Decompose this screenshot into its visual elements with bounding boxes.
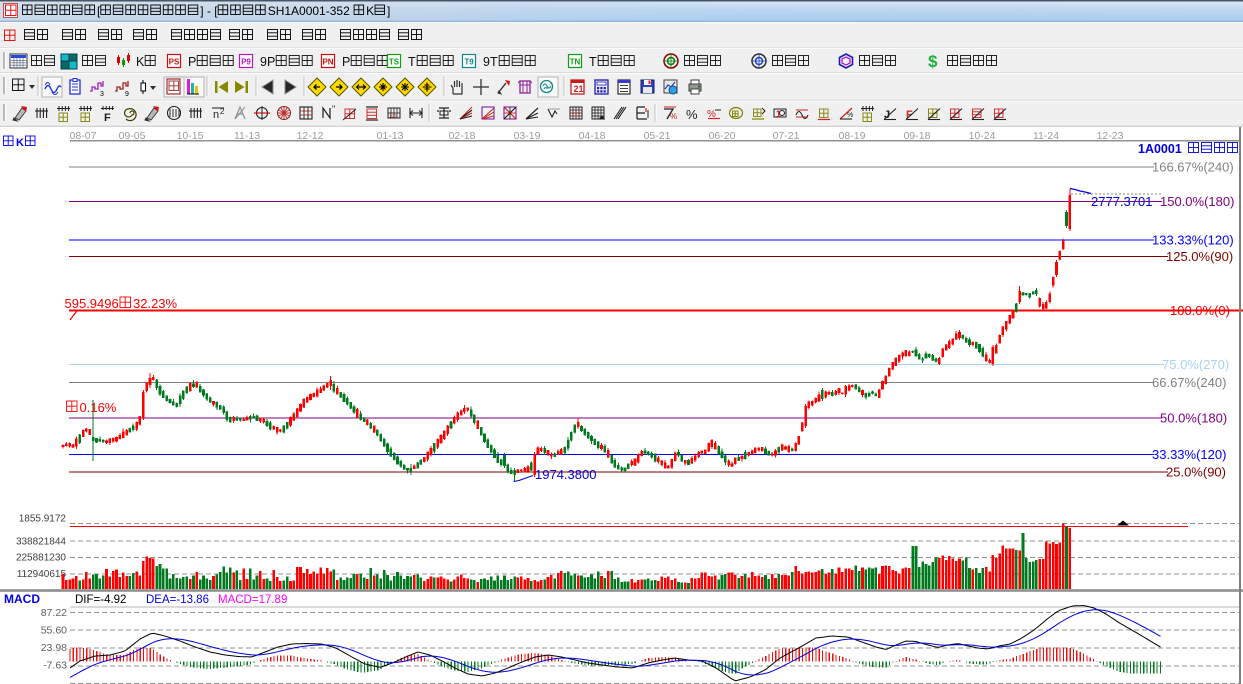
- svg-text:33.33%(120): 33.33%(120): [1152, 447, 1226, 462]
- svg-text:DEA=-13.86: DEA=-13.86: [146, 594, 209, 606]
- svg-text:21: 21: [574, 84, 584, 94]
- svg-text:50.0%(180): 50.0%(180): [1160, 410, 1227, 425]
- svg-text:MACD=17.89: MACD=17.89: [218, 594, 287, 606]
- svg-text:75.0%(270): 75.0%(270): [1162, 357, 1229, 372]
- svg-text:PS: PS: [169, 58, 180, 67]
- svg-text:32.23%: 32.23%: [133, 296, 178, 311]
- svg-text:TS: TS: [389, 58, 400, 67]
- svg-text:P: P: [188, 55, 196, 69]
- svg-text:] - [: ] - [: [200, 4, 218, 18]
- svg-text:2777.3701: 2777.3701: [1091, 194, 1152, 209]
- svg-text:P9: P9: [241, 58, 251, 67]
- svg-text:112940615: 112940615: [17, 569, 67, 580]
- svg-text:TN: TN: [570, 58, 581, 67]
- svg-text:%: %: [847, 112, 853, 119]
- svg-text:1974.3800: 1974.3800: [535, 467, 596, 482]
- svg-text:133.33%(120): 133.33%(120): [1152, 232, 1234, 247]
- svg-text:0.16%: 0.16%: [80, 400, 117, 415]
- svg-text:P: P: [342, 55, 350, 69]
- svg-text:F: F: [104, 112, 111, 124]
- svg-text:25.0%(90): 25.0%(90): [1166, 464, 1226, 479]
- svg-text:": ": [332, 104, 335, 114]
- svg-text:T9: T9: [464, 58, 474, 67]
- svg-text:PN: PN: [322, 58, 333, 67]
- svg-text:-7.63: -7.63: [43, 660, 67, 672]
- svg-text:SH1A0001-352: SH1A0001-352: [268, 4, 350, 18]
- svg-text:87.22: 87.22: [41, 607, 67, 619]
- svg-text:166.67%(240): 166.67%(240): [1152, 160, 1234, 175]
- svg-text:T: T: [408, 55, 416, 69]
- svg-text:%: %: [686, 107, 698, 122]
- svg-text:23.98: 23.98: [41, 642, 67, 654]
- svg-text:595.9496: 595.9496: [65, 296, 119, 311]
- svg-text:T: T: [589, 55, 597, 69]
- svg-text:338821844: 338821844: [16, 537, 66, 548]
- svg-text:K: K: [136, 55, 145, 69]
- svg-text:K: K: [366, 4, 374, 18]
- svg-text:DIF=-4.92: DIF=-4.92: [75, 594, 126, 606]
- svg-text:150.0%(180): 150.0%(180): [1160, 194, 1234, 209]
- svg-text:125.0%(90): 125.0%(90): [1166, 249, 1233, 264]
- svg-text:9: 9: [125, 91, 129, 98]
- svg-text:1A0001: 1A0001: [1138, 142, 1182, 156]
- svg-text:n: n: [213, 109, 219, 121]
- svg-text:K: K: [16, 137, 24, 149]
- svg-text:]: ]: [387, 4, 390, 18]
- svg-text:100.0%(0): 100.0%(0): [1170, 303, 1230, 318]
- svg-text:MACD: MACD: [4, 592, 40, 606]
- svg-text:9T: 9T: [483, 55, 498, 69]
- svg-text:225881230: 225881230: [16, 553, 66, 564]
- svg-text:1855.9172: 1855.9172: [19, 514, 67, 525]
- svg-text:55.60: 55.60: [41, 625, 67, 637]
- svg-text:123: 123: [389, 114, 397, 119]
- svg-text:9P: 9P: [260, 55, 275, 69]
- svg-text:66.67%(240): 66.67%(240): [1152, 375, 1226, 390]
- svg-text:3: 3: [100, 91, 104, 98]
- svg-text:$: $: [928, 52, 938, 71]
- svg-text:%: %: [670, 112, 677, 121]
